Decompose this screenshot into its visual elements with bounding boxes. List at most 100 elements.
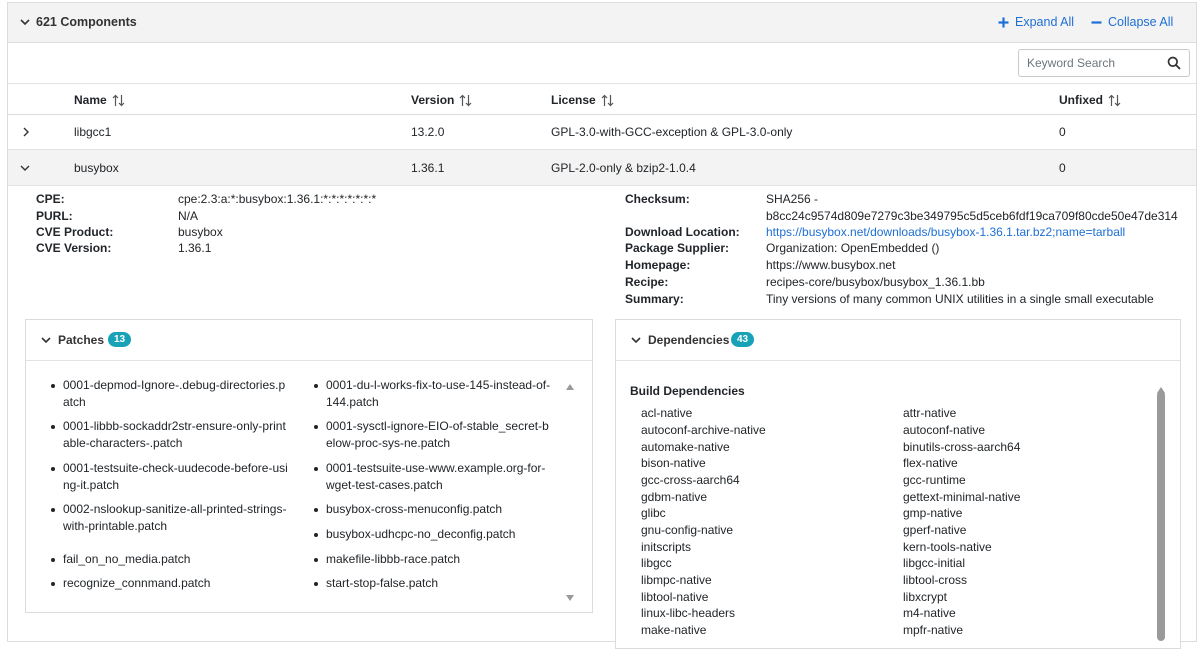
detail-label-cpe: CPE: (36, 192, 65, 206)
chevron-down-icon[interactable] (40, 334, 52, 346)
column-header-name[interactable]: Name (74, 93, 125, 107)
row-version: 1.36.1 (411, 161, 445, 175)
row-name: busybox (74, 161, 119, 175)
row-unfixed: 0 (1059, 161, 1066, 175)
detail-value-checksum-algo: SHA256 - (766, 192, 819, 206)
patches-header[interactable]: Patches 13 (26, 320, 592, 361)
detail-value-supplier: Organization: OpenEmbedded () (766, 241, 940, 255)
list-item: bison-native (641, 456, 706, 470)
table-row[interactable]: libgcc1 13.2.0 GPL-3.0-with-GCC-exceptio… (8, 114, 1196, 150)
list-item: fail_on_no_media.patch (51, 551, 291, 568)
collapse-all-button[interactable]: Collapse All (1091, 15, 1173, 29)
patches-count-badge: 13 (108, 332, 132, 347)
patches-title: Patches (58, 333, 105, 347)
sort-icon (459, 94, 472, 106)
list-item: 0001-sysctl-ignore-EIO-of-stable_secret-… (314, 418, 554, 452)
detail-value-recipe: recipes-core/busybox/busybox_1.36.1.bb (766, 275, 985, 289)
list-item: busybox-cross-menuconfig.patch (314, 501, 554, 518)
chevron-down-icon[interactable] (19, 16, 31, 28)
sort-icon (112, 94, 125, 106)
chevron-right-icon[interactable] (21, 126, 31, 138)
list-item: kern-tools-native (903, 540, 992, 554)
list-item: gperf-native (903, 523, 967, 537)
list-item: gcc-cross-aarch64 (641, 473, 740, 487)
components-header: 621 Components Expand All Collapse All (8, 3, 1196, 43)
expand-all-button[interactable]: Expand All (998, 15, 1074, 29)
detail-label-purl: PURL: (36, 209, 73, 223)
row-unfixed: 0 (1059, 125, 1066, 139)
list-item: autoconf-native (903, 423, 986, 437)
detail-value-purl: N/A (178, 209, 199, 223)
sort-icon (1108, 94, 1121, 106)
detail-value-cve-version: 1.36.1 (178, 241, 212, 255)
keyword-search (1018, 49, 1190, 77)
list-item: libtool-cross (903, 573, 968, 587)
table-header: Name Version License Unfixed (8, 83, 1196, 115)
list-item: m4-native (903, 606, 956, 620)
list-item: make-native (641, 623, 707, 637)
dependencies-scrollbar-thumb[interactable] (1157, 391, 1165, 641)
list-item: 0001-testsuite-use-www.example.org-for-w… (314, 460, 554, 494)
list-item: mpfr-native (903, 623, 964, 637)
build-dependencies-heading: Build Dependencies (630, 384, 745, 398)
list-item: autoconf-archive-native (641, 423, 766, 437)
sort-icon (601, 94, 614, 106)
table-row[interactable]: busybox 1.36.1 GPL-2.0-only & bzip2-1.0.… (8, 150, 1196, 186)
list-item: libgcc (641, 556, 672, 570)
list-item: gmp-native (903, 506, 963, 520)
chevron-down-icon[interactable] (630, 334, 642, 346)
minus-icon (1091, 20, 1102, 24)
detail-value-homepage: https://www.busybox.net (766, 258, 896, 272)
row-license: GPL-2.0-only & bzip2-1.0.4 (551, 161, 696, 175)
list-item: 0001-testsuite-check-uudecode-before-usi… (51, 460, 291, 494)
list-item: libtool-native (641, 590, 709, 604)
column-header-unfixed[interactable]: Unfixed (1059, 93, 1121, 107)
collapse-all-label: Collapse All (1108, 15, 1174, 29)
list-item: 0001-depmod-Ignore-.debug-directories.pa… (51, 377, 291, 411)
detail-label-summary: Summary: (625, 292, 684, 306)
column-header-license[interactable]: License (551, 93, 614, 107)
detail-value-cve-product: busybox (178, 225, 223, 239)
components-panel: 621 Components Expand All Collapse All N… (7, 2, 1197, 649)
column-header-version[interactable]: Version (411, 93, 472, 107)
detail-label-cve-product: CVE Product: (36, 225, 114, 239)
list-item: flex-native (903, 456, 958, 470)
list-item: busybox-udhcpc-no_deconfig.patch (314, 526, 554, 543)
list-item: binutils-cross-aarch64 (903, 440, 1021, 454)
list-item: libxcrypt (903, 590, 948, 604)
list-item: gettext-minimal-native (903, 490, 1021, 504)
list-item: attr-native (903, 406, 957, 420)
download-location-link[interactable]: https://busybox.net/downloads/busybox-1.… (766, 225, 1125, 239)
scroll-up-arrow-icon[interactable] (566, 378, 574, 393)
list-item: acl-native (641, 406, 693, 420)
detail-label-homepage: Homepage: (625, 258, 691, 272)
list-item: libgcc-initial (903, 556, 966, 570)
list-item: gdbm-native (641, 490, 708, 504)
detail-label-download: Download Location: (625, 225, 740, 239)
row-version: 13.2.0 (411, 125, 445, 139)
list-item: glibc (641, 506, 666, 520)
chevron-down-icon[interactable] (19, 162, 31, 174)
list-item: makefile-libbb-race.patch (314, 551, 554, 568)
list-item: 0001-libbb-sockaddr2str-ensure-only-prin… (51, 418, 291, 452)
dependencies-header[interactable]: Dependencies 43 (616, 320, 1180, 361)
detail-label-cve-version: CVE Version: (36, 241, 112, 255)
list-item: gcc-runtime (903, 473, 966, 487)
detail-label-supplier: Package Supplier: (625, 241, 730, 255)
search-icon[interactable] (1167, 56, 1181, 73)
list-item: 0002-nslookup-sanitize-all-printed-strin… (51, 501, 291, 535)
dependencies-count-badge: 43 (731, 332, 755, 347)
list-item: libmpc-native (641, 573, 712, 587)
scroll-down-arrow-icon[interactable] (566, 589, 574, 604)
list-item: recognize_connmand.patch (51, 575, 291, 592)
keyword-search-input[interactable] (1027, 55, 1162, 71)
plus-icon (998, 17, 1009, 27)
expand-all-label: Expand All (1015, 15, 1075, 29)
detail-label-checksum: Checksum: (625, 192, 690, 206)
list-item: 0001-du-l-works-fix-to-use-145-instead-o… (314, 377, 554, 411)
dependencies-panel: Dependencies 43 Build Dependencies acl-n… (615, 319, 1181, 649)
list-item: automake-native (641, 440, 730, 454)
row-name: libgcc1 (74, 125, 112, 139)
detail-value-checksum: b8cc24c9574d809e7279c3be349795c5d5ceb6fd… (766, 209, 1178, 223)
list-item: gnu-config-native (641, 523, 734, 537)
